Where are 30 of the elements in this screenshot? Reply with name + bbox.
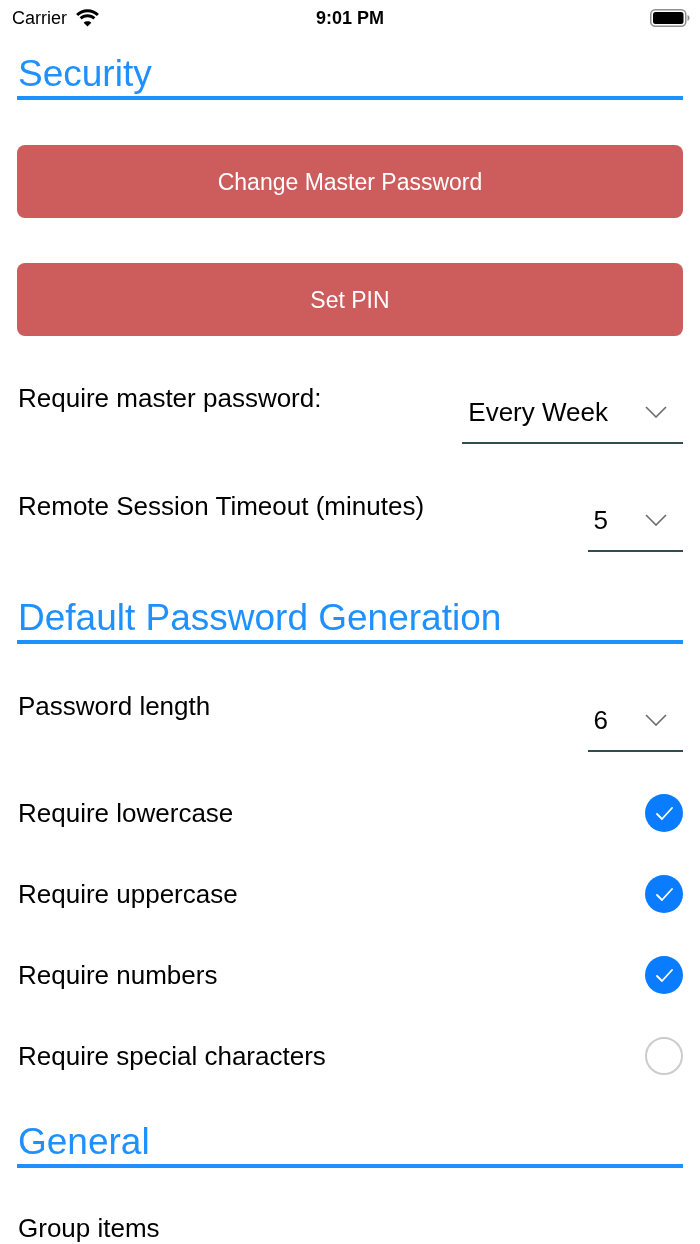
checkbox[interactable]	[645, 956, 683, 994]
chevron-down-icon	[645, 406, 667, 418]
section-heading: General	[17, 1122, 151, 1162]
setting-label: Require numbers	[17, 959, 218, 991]
section-heading: Default Password Generation	[17, 598, 503, 638]
setting-label: Group items	[17, 1212, 160, 1244]
action-button[interactable]: Set PIN	[17, 263, 683, 336]
carrier-name: Carrier	[12, 7, 67, 29]
checkmark-icon	[655, 806, 673, 820]
chevron-down-icon	[645, 514, 667, 526]
checkmark-icon	[655, 968, 673, 982]
setting-label: Require special characters	[17, 1040, 326, 1072]
checkbox[interactable]	[645, 875, 683, 913]
dropdown[interactable]: Every Week	[462, 396, 683, 444]
action-button[interactable]: Change Master Password	[17, 145, 683, 218]
clock-time: 9:01 PM	[316, 7, 384, 29]
wifi-icon	[75, 9, 100, 27]
checkbox[interactable]	[645, 794, 683, 832]
setting-label: Require lowercase	[17, 797, 234, 829]
setting-label: Password length	[17, 690, 211, 722]
setting-label: Require uppercase	[17, 878, 238, 910]
chevron-down-icon	[645, 714, 667, 726]
checkmark-icon	[655, 887, 673, 901]
checkbox[interactable]	[645, 1037, 683, 1075]
dropdown[interactable]: 6	[587, 704, 683, 752]
setting-label: Remote Session Timeout (minutes)	[17, 490, 425, 522]
dropdown[interactable]: 5	[587, 504, 683, 552]
setting-label: Require master password:	[17, 382, 322, 414]
section-heading: Security	[17, 54, 153, 94]
battery-icon	[650, 9, 690, 27]
